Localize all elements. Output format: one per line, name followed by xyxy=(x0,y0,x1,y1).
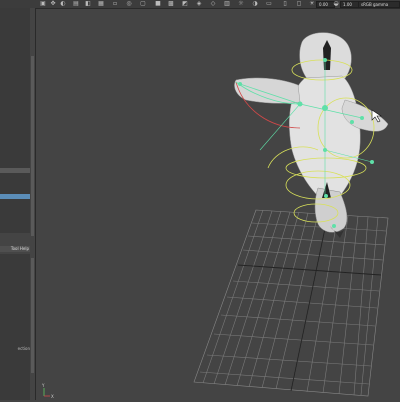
camera-icon[interactable]: ▫ xyxy=(112,1,118,7)
ground-grid xyxy=(193,209,389,397)
safe-area-icon[interactable]: ◻ xyxy=(296,1,302,7)
gamma-field[interactable]: 1.00 xyxy=(340,1,359,8)
shaded-icon[interactable]: ■ xyxy=(155,1,161,7)
isolate-icon[interactable]: ◈ xyxy=(196,1,202,7)
viewport-toolbar: ▣ ✥ ◐ ▤ ◧ ▦ ▫ ◎ ▢ ■ ▩ ◩ ◈ ◇ ▥ ☼ ◑ ▭ ▯ ◻ … xyxy=(0,0,400,9)
grid-icon[interactable]: ▦ xyxy=(98,1,104,7)
left-panel: Tool Help ection xyxy=(0,8,36,400)
gamma-toggle-icon[interactable]: ◒ xyxy=(333,1,339,7)
exposure-icon[interactable]: ☼ xyxy=(238,1,244,7)
ortho-icon[interactable]: ▭ xyxy=(266,1,272,7)
tool-help-text: ection xyxy=(17,346,30,351)
outliner-list xyxy=(0,8,30,233)
move-icon[interactable]: ✥ xyxy=(50,1,56,7)
shadow-icon[interactable]: ◩ xyxy=(182,1,188,7)
select-icon[interactable]: ▣ xyxy=(40,1,46,7)
axis-label-y: Y xyxy=(41,383,45,388)
wireframe-icon[interactable]: ▢ xyxy=(140,1,146,7)
render-icon[interactable]: ▥ xyxy=(224,1,230,7)
rotate-icon[interactable]: ◐ xyxy=(60,1,66,7)
axis-label-x: X xyxy=(51,394,54,399)
tool-help-panel xyxy=(0,254,30,400)
tool-help-scrollbar[interactable] xyxy=(31,258,34,373)
xray-icon[interactable]: ◇ xyxy=(210,1,216,7)
viewport-3d[interactable]: Y X xyxy=(36,9,400,400)
scale-icon[interactable]: ▤ xyxy=(73,1,79,7)
list-item[interactable] xyxy=(0,168,30,173)
texture-icon[interactable]: ▩ xyxy=(168,1,174,7)
tab-tool-help[interactable]: Tool Help xyxy=(0,246,30,252)
view-axis-icon: Y X xyxy=(41,383,54,399)
list-item-selected[interactable] xyxy=(0,194,30,199)
snap-icon[interactable]: ◧ xyxy=(85,1,91,7)
color-space-dropdown[interactable]: sRGB gamma xyxy=(358,1,400,8)
light-icon[interactable]: ◎ xyxy=(126,1,132,7)
exposure-toggle-icon[interactable]: ☀ xyxy=(309,1,315,7)
gamma-icon[interactable]: ◑ xyxy=(252,1,258,7)
film-gate-icon[interactable]: ▯ xyxy=(282,1,288,7)
outliner-scrollbar[interactable] xyxy=(31,56,34,236)
character-mesh[interactable] xyxy=(234,32,389,238)
